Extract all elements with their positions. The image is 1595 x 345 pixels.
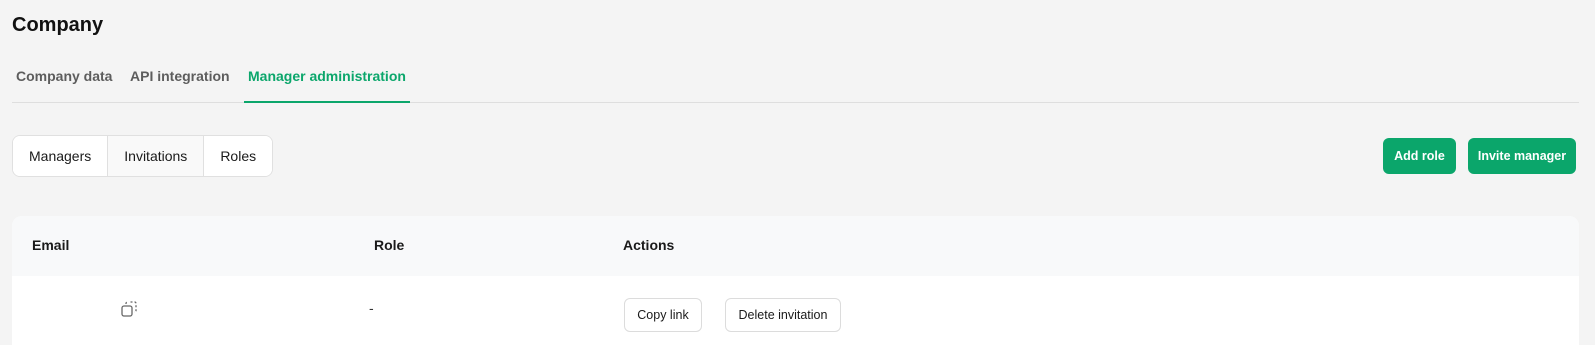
copy-link-button[interactable]: Copy link <box>624 298 702 332</box>
table-row: - Copy link Delete invitation <box>12 276 1579 345</box>
subnav-invitations[interactable]: Invitations <box>108 136 205 176</box>
invitations-table: Email Role Actions - Copy link Delete in… <box>12 216 1579 345</box>
delete-invitation-button[interactable]: Delete invitation <box>725 298 841 332</box>
table-header: Email Role Actions <box>12 216 1579 276</box>
column-header-role: Role <box>374 237 405 253</box>
page-title: Company <box>12 14 104 36</box>
subnav-roles[interactable]: Roles <box>204 136 273 176</box>
column-header-actions: Actions <box>623 237 675 253</box>
tab-company-data[interactable]: Company data <box>16 58 112 103</box>
role-value: - <box>369 300 374 316</box>
column-header-email: Email <box>32 237 70 253</box>
tab-bar: Company data API integration Manager adm… <box>12 58 1579 103</box>
copy-icon[interactable] <box>120 300 138 318</box>
tab-api-integration[interactable]: API integration <box>130 58 230 103</box>
tab-manager-administration[interactable]: Manager administration <box>244 58 410 103</box>
invite-manager-button[interactable]: Invite manager <box>1468 138 1576 174</box>
subnav-segmented-control: Managers Invitations Roles <box>12 135 274 177</box>
subnav-managers[interactable]: Managers <box>13 136 109 176</box>
add-role-button[interactable]: Add role <box>1383 138 1456 174</box>
